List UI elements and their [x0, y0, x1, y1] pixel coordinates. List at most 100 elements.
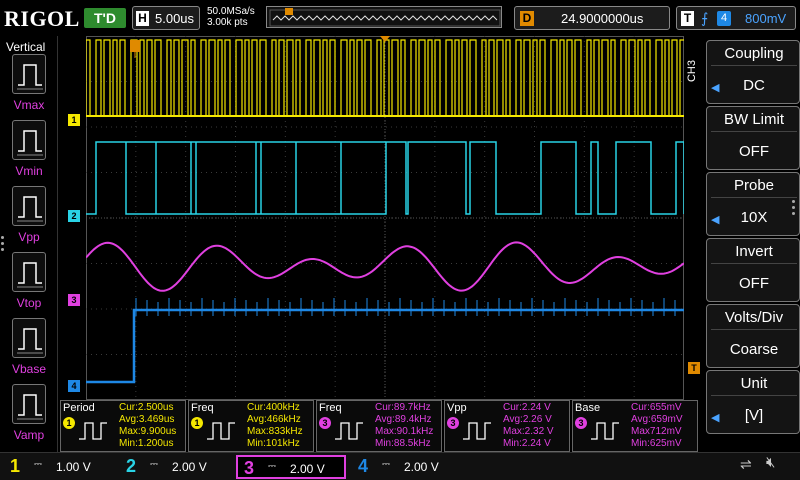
measurement-name: Freq — [191, 402, 214, 414]
channel-badge: 3 — [447, 417, 459, 429]
rising-edge-icon: ⨍ — [701, 10, 709, 26]
acquisition-info: 50.0MSa/s 3.00k pts — [207, 6, 255, 28]
measurement-cur: Cur:655mV — [631, 402, 682, 413]
measure-vmax-button[interactable]: Vmax — [6, 54, 52, 116]
trigger-level: 800mV — [745, 11, 787, 26]
measure-label: Vmax — [13, 98, 45, 112]
dc-coupling-icon: ⎓ — [268, 461, 276, 472]
measurement-base-ch3[interactable]: Base 3 Cur:655mV Avg:659mV Max712mV Min:625mV — [572, 400, 698, 452]
dc-coupling-icon: ⎓ — [34, 459, 42, 470]
channel-1-status[interactable]: 1 ⎓ 1.00 V — [4, 455, 114, 479]
menu-unit-button[interactable]: Unit ◀ [V] — [706, 370, 800, 434]
measurement-freq-ch3[interactable]: Freq 3 Cur:89.7kHz Avg:89.4kHz Max:90.1kHz Mi… — [316, 400, 442, 452]
trigger-level-marker[interactable]: T — [688, 362, 700, 374]
menu-item-title: Probe — [733, 177, 775, 194]
top-status-bar: RIGOL T'D H 5.00us 50.0MSa/s 3.00k pts D… — [0, 0, 800, 36]
vmin-icon — [12, 120, 46, 160]
channel-3-status[interactable]: 3 ⎓ 2.00 V — [236, 455, 346, 479]
channel-scale: 1.00 V — [56, 460, 91, 474]
measurement-type-icon — [205, 417, 241, 448]
measurement-avg: Avg:89.4kHz — [375, 414, 432, 425]
menu-coupling-button[interactable]: Coupling ◀ DC — [706, 40, 800, 104]
measure-vamp-button[interactable]: Vamp — [6, 384, 52, 446]
page-dots — [1, 236, 4, 254]
menu-item-title: Coupling — [724, 45, 784, 62]
menu-item-value: DC — [743, 77, 765, 94]
measure-label: Vpp — [18, 230, 40, 244]
measurement-avg: Avg:466kHz — [247, 414, 301, 425]
memory-overview-strip[interactable] — [266, 6, 502, 28]
sample-rate: 50.0MSa/s — [207, 6, 255, 17]
trigger-box[interactable]: T ⨍ 4 800mV — [676, 6, 796, 30]
ch3-level-marker[interactable]: 3 — [68, 294, 80, 306]
channel-badge: 3 — [575, 417, 587, 429]
measurement-strip: Period 1 Cur:2.500us Avg:3.469us Max:9.900us… — [58, 400, 698, 452]
menu-item-title: Invert — [735, 243, 773, 260]
measurement-min: Min:625mV — [631, 438, 682, 449]
measurement-vpp-ch3[interactable]: Vpp 3 Cur:2.24 V Avg:2.26 V Max:2.32 V Min:2.… — [444, 400, 570, 452]
measure-label: Vbase — [11, 362, 47, 376]
measurement-type-icon — [589, 417, 625, 448]
menu-volts-div-button[interactable]: Volts/Div Coarse — [706, 304, 800, 368]
measurement-type-icon — [77, 417, 113, 448]
brand-logo: RIGOL — [4, 6, 80, 31]
measurement-cur: Cur:2.24 V — [503, 402, 551, 413]
measurement-name: Vpp — [447, 402, 467, 414]
horizontal-key: H — [136, 11, 149, 26]
measurement-max: Max:9.900us — [119, 426, 177, 437]
measurement-avg: Avg:3.469us — [119, 414, 175, 425]
waveform-display[interactable] — [86, 36, 684, 400]
right-page-dots — [792, 200, 795, 218]
ch4-level-marker[interactable]: 4 — [68, 380, 80, 392]
channel-scale: 2.00 V — [404, 460, 439, 474]
measurement-type-icon — [333, 417, 369, 448]
measurement-freq-ch1[interactable]: Freq 1 Cur:400kHz Avg:466kHz Max:833kHz Min:1… — [188, 400, 314, 452]
memory-depth: 3.00k pts — [207, 17, 248, 28]
channel-badge: 1 — [63, 417, 75, 429]
measurement-avg: Avg:2.26 V — [503, 414, 552, 425]
vamp-icon — [12, 384, 46, 424]
delay-key: D — [520, 11, 534, 26]
measurement-values: Cur:400kHz Avg:466kHz Max:833kHz Min:101kHz — [247, 402, 303, 450]
measurement-name: Base — [575, 402, 601, 414]
memory-overview-icon — [269, 8, 501, 27]
channel-status-bar: 1 ⎓ 1.00 V 2 ⎓ 2.00 V 3 ⎓ 2.00 V 4 ⎓ 2.00 V — [0, 452, 800, 480]
channel-menu: Coupling ◀ DC BW Limit OFF Probe ◀ 10X Invert OFF… — [704, 36, 800, 452]
menu-divider — [711, 395, 797, 396]
menu-bw-limit-button[interactable]: BW Limit OFF — [706, 106, 800, 170]
trigger-key: T — [681, 11, 694, 26]
measure-vbase-button[interactable]: Vbase — [6, 318, 52, 380]
menu-divider — [711, 197, 797, 198]
menu-item-value: 10X — [740, 209, 768, 226]
speaker-muted-icon[interactable]: 🔇︎ — [766, 454, 775, 471]
measurement-avg: Avg:659mV — [631, 414, 683, 425]
ch1-level-marker[interactable]: 1 — [68, 114, 80, 126]
measurement-values: Cur:2.24 V Avg:2.26 V Max:2.32 V Min:2.24 V — [503, 402, 554, 450]
vmax-icon — [12, 54, 46, 94]
horizontal-scale-box[interactable]: H 5.00us — [132, 6, 200, 30]
dc-coupling-icon: ⎓ — [150, 459, 158, 470]
measurement-type-icon — [461, 417, 497, 448]
measure-vtop-button[interactable]: Vtop — [6, 252, 52, 314]
menu-item-title: Volts/Div — [724, 309, 784, 326]
menu-item-value: Coarse — [729, 341, 779, 358]
measurement-max: Max:2.32 V — [503, 426, 554, 437]
waveform-canvas — [86, 36, 684, 400]
measure-vmin-button[interactable]: Vmin — [6, 120, 52, 182]
channel-badge: 3 — [319, 417, 331, 429]
delay-box[interactable]: D 24.9000000us — [514, 6, 670, 30]
menu-probe-button[interactable]: Probe ◀ 10X — [706, 172, 800, 236]
measurement-period-ch1[interactable]: Period 1 Cur:2.500us Avg:3.469us Max:9.900us… — [60, 400, 186, 452]
menu-invert-button[interactable]: Invert OFF — [706, 238, 800, 302]
measure-vpp-button[interactable]: Vpp — [6, 186, 52, 248]
channel-2-status[interactable]: 2 ⎓ 2.00 V — [120, 455, 230, 479]
menu-item-value: OFF — [739, 143, 769, 160]
measurement-max: Max712mV — [631, 426, 682, 437]
run-state-badge[interactable]: T'D — [84, 8, 126, 28]
vbase-icon — [12, 318, 46, 358]
ch2-level-marker[interactable]: 2 — [68, 210, 80, 222]
measurement-values: Cur:2.500us Avg:3.469us Max:9.900us Min:1.2… — [119, 402, 176, 450]
channel-4-status[interactable]: 4 ⎓ 2.00 V — [352, 455, 462, 479]
channel-scale: 2.00 V — [172, 460, 207, 474]
vpp-icon — [12, 186, 46, 226]
